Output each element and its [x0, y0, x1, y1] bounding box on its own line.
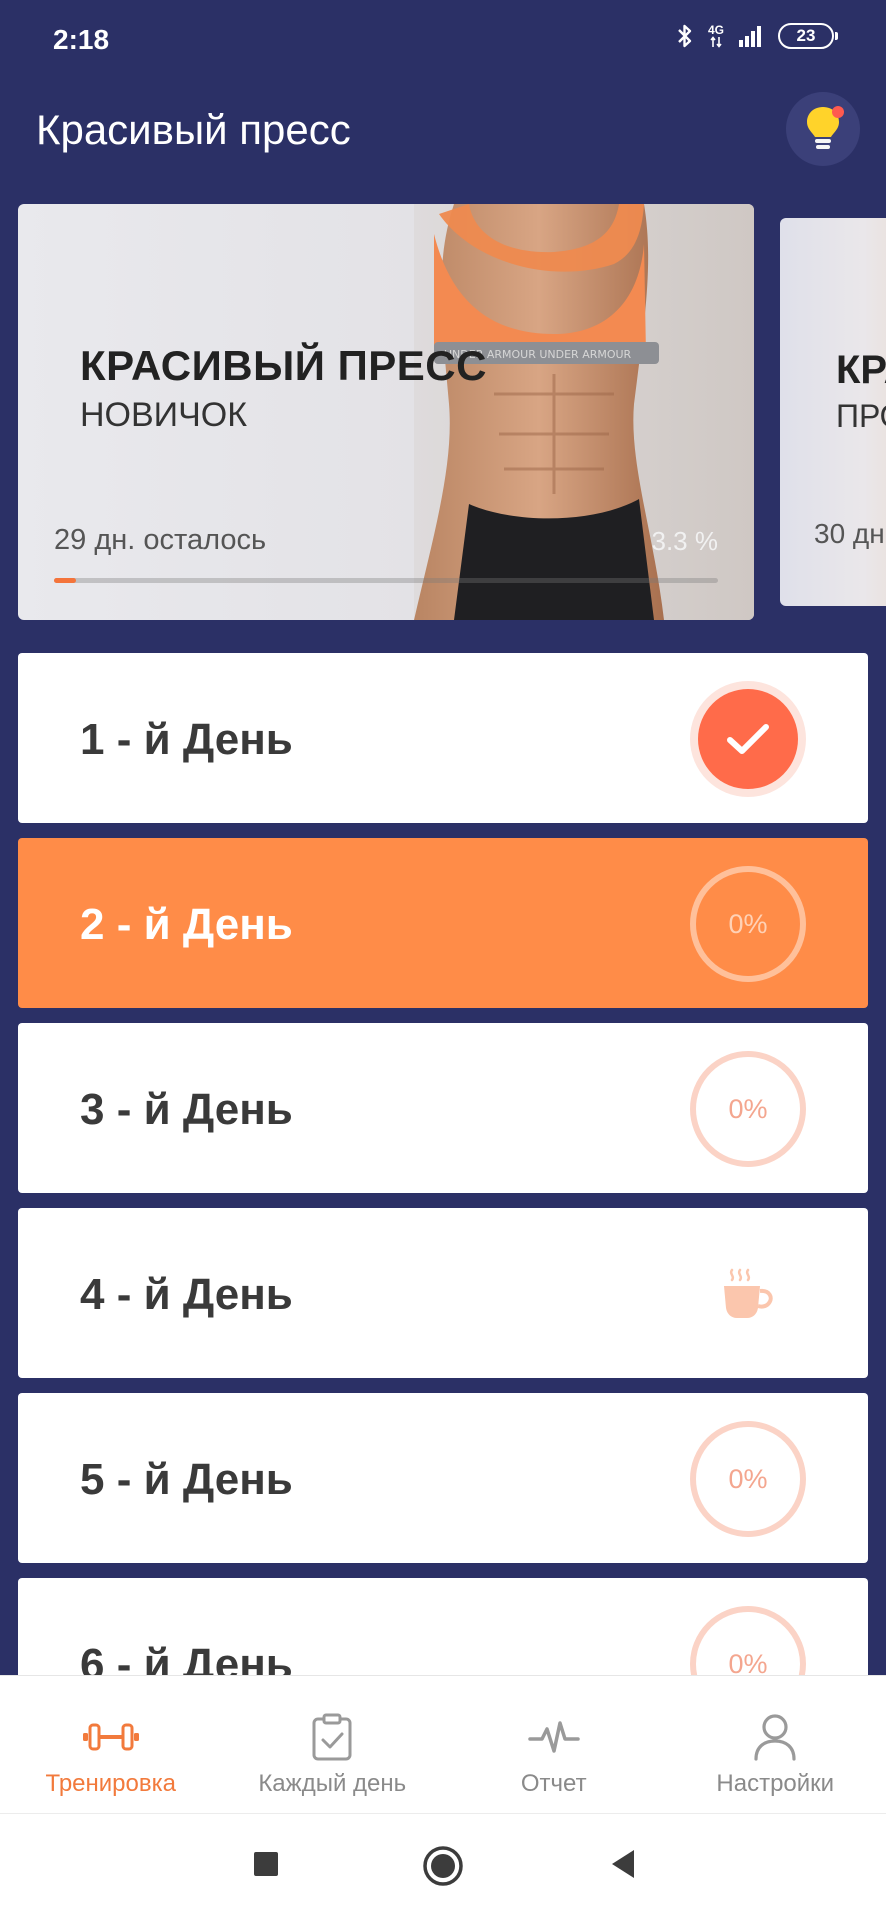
day-card-6[interactable]: 6 - й День 0%: [18, 1578, 868, 1675]
pulse-icon: [528, 1721, 580, 1753]
days-remaining: 29 дн. осталось: [54, 524, 267, 556]
clipboard-check-icon: [312, 1713, 352, 1761]
nav-label: Отчет: [520, 1770, 587, 1797]
day-label: 2 - й День: [80, 900, 293, 949]
day-card-3[interactable]: 3 - й День 0%: [18, 1023, 868, 1193]
status-icons: 4G 23: [676, 22, 838, 50]
day-progress-ring: 0%: [690, 1421, 806, 1537]
day-status-progress: 0%: [690, 1051, 806, 1167]
checkmark-icon: [727, 724, 769, 754]
person-icon: [754, 1714, 796, 1761]
coffee-cup-icon: [724, 1268, 773, 1318]
nav-item-workout[interactable]: Тренировка: [0, 1676, 222, 1814]
back-button[interactable]: [604, 1844, 644, 1884]
network-indicator: 4G: [708, 24, 724, 48]
day-progress-ring: 0%: [690, 866, 806, 982]
recents-button[interactable]: [246, 1844, 286, 1884]
plan-progress-bar: [54, 578, 718, 583]
next-days-remaining: 30 дн: [814, 518, 885, 549]
plan-progress-percent: 3.3 %: [651, 526, 719, 556]
nav-label: Настройки: [716, 1770, 835, 1797]
day-card-2[interactable]: 2 - й День 0%: [18, 838, 868, 1008]
day-label: 5 - й День: [80, 1455, 293, 1504]
day-label: 3 - й День: [80, 1085, 293, 1134]
day-card-5[interactable]: 5 - й День 0%: [18, 1393, 868, 1563]
day-label: 4 - й День: [80, 1270, 293, 1319]
signal-icon: [739, 26, 761, 47]
athlete-image: UNDER ARMOUR UNDER ARMOUR: [414, 204, 754, 620]
plan-banner-beginner[interactable]: UNDER ARMOUR UNDER ARMOUR КРАСИВЫЙ ПРЕСС…: [18, 204, 754, 620]
day-card-4[interactable]: 4 - й День: [18, 1208, 868, 1378]
tips-button[interactable]: [786, 92, 860, 166]
day-list: 1 - й День 2 - й День 0% 3 - й День 0% 4…: [18, 653, 868, 1675]
bottom-navigation: Тренировка Каждый день Отчет Настройки: [0, 1675, 886, 1813]
day-status-progress: 0%: [690, 866, 806, 982]
status-time: 2:18: [53, 24, 110, 55]
day-status-progress: 0%: [690, 1606, 806, 1675]
day-label: 1 - й День: [80, 715, 293, 764]
plan-level: НОВИЧОК: [80, 396, 248, 434]
next-plan-level: ПРО: [836, 398, 886, 434]
day-status-done: [690, 681, 806, 797]
nav-item-report[interactable]: Отчет: [443, 1676, 665, 1814]
plan-title: КРАСИВЫЙ ПРЕСС: [80, 342, 487, 389]
dumbbell-icon: [82, 1723, 139, 1751]
nav-label: Каждый день: [258, 1770, 407, 1797]
data-arrows-icon: [710, 36, 722, 48]
system-navigation-bar: [0, 1813, 886, 1920]
day-card-1[interactable]: 1 - й День: [18, 653, 868, 823]
nav-item-settings[interactable]: Настройки: [665, 1676, 886, 1814]
day-label: 6 - й День: [80, 1640, 293, 1675]
day-status-progress: 0%: [690, 1421, 806, 1537]
notification-dot: [832, 106, 844, 118]
nav-label: Тренировка: [45, 1770, 177, 1797]
page-title: Красивый пресс: [36, 106, 351, 153]
day-status-rest: [690, 1236, 806, 1352]
plan-banner-next[interactable]: КРА ПРО 30 дн: [780, 218, 886, 606]
network-type: 4G: [707, 23, 724, 37]
battery-level: 23: [796, 26, 816, 45]
next-plan-title: КРА: [836, 348, 886, 392]
battery-indicator: 23: [778, 23, 838, 49]
bluetooth-icon: [678, 24, 692, 48]
status-bar: 2:18 4G 23: [0, 0, 886, 80]
day-progress-ring: 0%: [690, 1606, 806, 1675]
plan-progress-fill: [54, 578, 76, 583]
day-progress-ring: 0%: [690, 1051, 806, 1167]
home-button[interactable]: [421, 1844, 465, 1888]
nav-item-daily[interactable]: Каждый день: [222, 1676, 444, 1814]
